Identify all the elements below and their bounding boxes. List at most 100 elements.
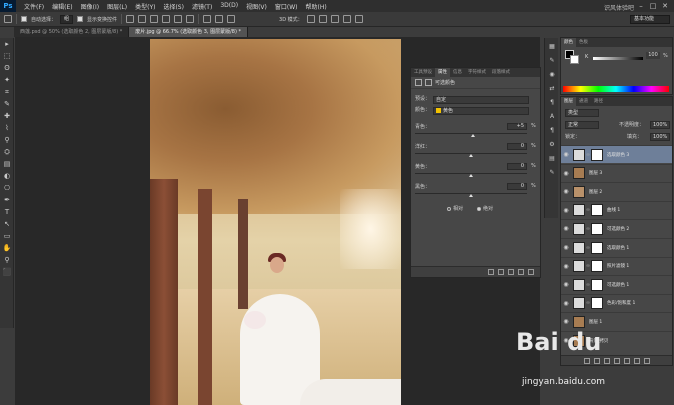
- panel-tab[interactable]: 通道: [576, 97, 591, 106]
- absolute-radio[interactable]: 绝对: [477, 205, 493, 212]
- mask-icon[interactable]: [425, 79, 432, 86]
- slider-value[interactable]: 0: [507, 183, 527, 190]
- tool-icon[interactable]: ⎔: [1, 182, 13, 194]
- slider-value[interactable]: +5: [507, 123, 527, 130]
- document-image[interactable]: [150, 39, 401, 405]
- layer-row[interactable]: ◉ ∞ 可选颜色 2: [561, 219, 672, 237]
- panel-tab[interactable]: 字符样式: [465, 68, 489, 77]
- auto-select-checkbox[interactable]: [21, 16, 27, 22]
- visibility-icon[interactable]: [518, 269, 524, 275]
- panel-tab[interactable]: 色板: [576, 38, 591, 47]
- layer-row[interactable]: ◉ ∞ 选取颜色 1: [561, 238, 672, 256]
- tool-icon[interactable]: ⌗: [1, 86, 13, 98]
- layer-mask-thumbnail[interactable]: [591, 297, 603, 310]
- layer-row[interactable]: ◉ ∞ 选取颜色 3: [561, 145, 672, 163]
- align-top-icon[interactable]: [126, 15, 135, 23]
- layer-mask-thumbnail[interactable]: [591, 278, 603, 291]
- panel-tab[interactable]: 信息: [450, 68, 465, 77]
- tool-icon[interactable]: ⛭: [1, 146, 13, 158]
- reset-icon[interactable]: [508, 269, 514, 275]
- panel-tab[interactable]: 工具预设: [411, 68, 435, 77]
- opacity-field[interactable]: 100%: [650, 121, 670, 129]
- dock-panel-icon[interactable]: ¶: [546, 96, 558, 108]
- tool-icon[interactable]: ✒: [1, 194, 13, 206]
- layer-mask-thumbnail[interactable]: [591, 260, 603, 273]
- layer-filter-dropdown[interactable]: 类型: [565, 109, 599, 117]
- layer-mask-thumbnail[interactable]: [591, 241, 603, 254]
- tool-icon[interactable]: ⚲: [1, 254, 13, 266]
- tool-icon[interactable]: ▭: [1, 230, 13, 242]
- close-icon[interactable]: ✕: [660, 1, 670, 11]
- maximize-icon[interactable]: □: [648, 1, 658, 11]
- tool-icon[interactable]: ✚: [1, 110, 13, 122]
- align-middle-icon[interactable]: [138, 15, 147, 23]
- move-tool-icon[interactable]: [4, 15, 12, 23]
- color-spectrum[interactable]: [563, 86, 669, 92]
- distribute-icon[interactable]: [215, 15, 224, 23]
- view-previous-icon[interactable]: [498, 269, 504, 275]
- preset-dropdown[interactable]: 自定: [433, 96, 529, 104]
- fill-field[interactable]: 100%: [650, 133, 670, 141]
- slider-knob[interactable]: [471, 134, 476, 137]
- layer-mask-thumbnail[interactable]: [591, 204, 603, 217]
- visibility-eye-icon[interactable]: ◉: [561, 244, 571, 251]
- align-center-icon[interactable]: [174, 15, 183, 23]
- menu-item[interactable]: 3D(D): [216, 2, 242, 11]
- layer-mask-thumbnail[interactable]: [591, 222, 603, 235]
- slider-value[interactable]: 0: [507, 143, 527, 150]
- tab-document-1[interactable]: 西莲.psd @ 50% (选取颜色 2, 图层蒙版/8) *: [14, 27, 130, 37]
- k-channel-value[interactable]: 100: [646, 52, 660, 59]
- tool-icon[interactable]: ⬚: [1, 50, 13, 62]
- tab-document-2[interactable]: 废片.jpg @ 66.7% (选取颜色 3, 图层蒙版/8) *: [129, 27, 249, 37]
- 3d-rotate-icon[interactable]: [306, 15, 315, 23]
- auto-select-dropdown[interactable]: 组: [60, 14, 74, 24]
- distribute-icon[interactable]: [227, 15, 236, 23]
- visibility-eye-icon[interactable]: ◉: [561, 188, 571, 195]
- k-channel-slider[interactable]: [593, 57, 643, 60]
- panel-tab[interactable]: 路径: [591, 97, 606, 106]
- menu-item[interactable]: 视图(V): [242, 2, 271, 11]
- align-right-icon[interactable]: [186, 15, 195, 23]
- panel-tab[interactable]: 属性: [435, 68, 450, 77]
- tool-icon[interactable]: ▤: [1, 158, 13, 170]
- 3d-drag-icon[interactable]: [330, 15, 339, 23]
- tool-icon[interactable]: ✎: [1, 98, 13, 110]
- menu-item[interactable]: 滤镜(T): [188, 2, 216, 11]
- menu-item[interactable]: 帮助(H): [302, 2, 331, 11]
- slider-knob[interactable]: [469, 154, 473, 157]
- dock-panel-icon[interactable]: ✎: [546, 54, 558, 66]
- slider-value[interactable]: 0: [507, 163, 527, 170]
- layer-row[interactable]: ◉ ∞ 色彩/饱和度 1: [561, 293, 672, 312]
- tool-icon[interactable]: ⌇: [1, 122, 13, 134]
- 3d-scale-icon[interactable]: [354, 15, 363, 23]
- visibility-eye-icon[interactable]: ◉: [561, 281, 571, 288]
- dock-panel-icon[interactable]: ✎: [546, 166, 558, 178]
- show-transform-checkbox[interactable]: [77, 16, 84, 22]
- menu-item[interactable]: 文件(F): [20, 2, 48, 11]
- dock-panel-icon[interactable]: ¶: [546, 124, 558, 136]
- visibility-eye-icon[interactable]: ◉: [561, 207, 571, 214]
- tool-icon[interactable]: ▸: [1, 38, 13, 50]
- tool-icon[interactable]: ⬛: [1, 266, 13, 278]
- visibility-eye-icon[interactable]: ◉: [561, 300, 571, 307]
- slider-knob[interactable]: [469, 174, 473, 177]
- layer-row[interactable]: ◉ ∞ 可选颜色 1: [561, 275, 672, 293]
- menu-item[interactable]: 图层(L): [103, 2, 131, 11]
- layer-row[interactable]: ◉ ∞ 曲线 1: [561, 200, 672, 219]
- slider-knob[interactable]: [469, 194, 473, 197]
- align-left-icon[interactable]: [162, 15, 171, 23]
- 3d-roll-icon[interactable]: [318, 15, 327, 23]
- layer-row[interactable]: ◉ 图层 2: [561, 182, 672, 200]
- layer-row[interactable]: ◉ ∞ 照片滤镜 1: [561, 256, 672, 275]
- menu-item[interactable]: 编辑(E): [48, 2, 76, 11]
- distribute-icon[interactable]: [203, 15, 212, 23]
- tool-icon[interactable]: T: [1, 206, 13, 218]
- visibility-eye-icon[interactable]: ◉: [561, 318, 571, 325]
- background-color[interactable]: [570, 55, 579, 64]
- align-bottom-icon[interactable]: [150, 15, 159, 23]
- panel-tab[interactable]: 颜色: [561, 38, 576, 47]
- menu-item[interactable]: 类型(Y): [131, 2, 159, 11]
- colors-dropdown[interactable]: 黄色: [433, 107, 529, 115]
- clip-to-layer-icon[interactable]: [488, 269, 494, 275]
- dock-panel-icon[interactable]: A: [546, 110, 558, 122]
